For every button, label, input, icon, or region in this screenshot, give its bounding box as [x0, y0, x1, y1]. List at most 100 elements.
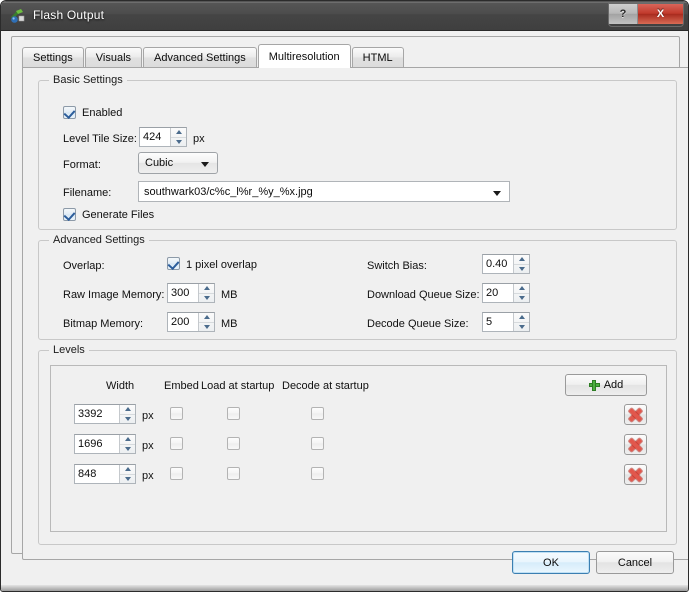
level-embed-checkbox[interactable]	[170, 437, 183, 450]
switch-bias-label: Switch Bias:	[367, 260, 427, 272]
level-tile-size-value: 424	[143, 131, 162, 143]
content-frame: Settings Visuals Advanced Settings Multi…	[11, 36, 688, 560]
decode-queue-size-stepper-down[interactable]	[514, 323, 529, 332]
level-tile-size-stepper-down[interactable]	[171, 138, 186, 147]
bitmap-memory-stepper[interactable]	[198, 313, 214, 331]
decode-queue-size-stepper-up[interactable]	[514, 313, 529, 323]
level-tile-size-input[interactable]: 424	[139, 127, 187, 147]
download-queue-size-stepper-down[interactable]	[514, 294, 529, 303]
generate-files-checkbox[interactable]	[63, 208, 76, 221]
format-label: Format:	[63, 159, 101, 171]
cancel-button[interactable]: Cancel	[596, 551, 674, 574]
bitmap-memory-input[interactable]: 200	[167, 312, 215, 332]
level-load-at-startup-checkbox[interactable]	[227, 437, 240, 450]
decode-queue-size-value: 5	[486, 316, 493, 328]
close-button[interactable]: X	[638, 4, 683, 24]
level-width-value: 3392	[78, 408, 103, 420]
overlap-checkbox[interactable]	[167, 257, 180, 270]
level-width-stepper-down[interactable]	[120, 415, 135, 424]
level-width-stepper[interactable]	[119, 435, 135, 453]
level-decode-at-startup-checkbox[interactable]	[311, 407, 324, 420]
level-load-at-startup-checkbox[interactable]	[227, 467, 240, 480]
decode-queue-size-input[interactable]: 5	[482, 312, 530, 332]
basic-settings-title: Basic Settings	[49, 74, 127, 86]
raw-image-memory-stepper-up[interactable]	[199, 284, 214, 294]
level-width-input[interactable]: 3392	[74, 404, 136, 424]
raw-image-memory-stepper-down[interactable]	[199, 294, 214, 303]
title-bar: Flash Output ? X	[1, 1, 688, 31]
level-width-input[interactable]: 1696	[74, 434, 136, 454]
tab-multiresolution[interactable]: Multiresolution	[257, 44, 351, 68]
level-decode-at-startup-checkbox[interactable]	[311, 437, 324, 450]
ok-button-label: OK	[543, 556, 559, 569]
dialog-body: Settings Visuals Advanced Settings Multi…	[1, 31, 688, 591]
level-load-at-startup-checkbox[interactable]	[227, 407, 240, 420]
tab-visuals[interactable]: Visuals	[84, 47, 143, 67]
delete-icon	[629, 408, 642, 421]
level-width-stepper-up[interactable]	[120, 435, 135, 445]
tab-html[interactable]: HTML	[351, 47, 404, 67]
filename-label: Filename:	[63, 187, 112, 199]
level-width-value: 1696	[78, 438, 103, 450]
tab-settings[interactable]: Settings	[22, 47, 84, 67]
level-width-stepper-up[interactable]	[120, 465, 135, 475]
bitmap-memory-unit: MB	[221, 318, 238, 330]
help-button[interactable]: ?	[609, 4, 638, 24]
switch-bias-stepper-up[interactable]	[514, 255, 529, 265]
plus-icon	[588, 379, 600, 391]
level-tile-size-unit: px	[193, 133, 205, 145]
level-width-stepper[interactable]	[119, 405, 135, 423]
download-queue-size-stepper-up[interactable]	[514, 284, 529, 294]
level-tile-size-stepper[interactable]	[170, 128, 186, 146]
level-width-stepper[interactable]	[119, 465, 135, 483]
level-embed-checkbox[interactable]	[170, 407, 183, 420]
titlebar-highlight	[2, 2, 687, 3]
raw-image-memory-label: Raw Image Memory:	[63, 289, 165, 301]
level-tile-size-label: Level Tile Size:	[63, 133, 137, 145]
overlap-checkbox-label: 1 pixel overlap	[186, 259, 257, 271]
bitmap-memory-stepper-down[interactable]	[199, 323, 214, 332]
download-queue-size-stepper[interactable]	[513, 284, 529, 302]
switch-bias-stepper-down[interactable]	[514, 265, 529, 274]
chevron-down-icon	[493, 191, 501, 196]
level-width-unit: px	[142, 440, 154, 452]
level-width-stepper-up[interactable]	[120, 405, 135, 415]
level-width-unit: px	[142, 410, 154, 422]
delete-level-button[interactable]	[624, 434, 647, 455]
level-decode-at-startup-checkbox[interactable]	[311, 467, 324, 480]
raw-image-memory-value: 300	[171, 287, 190, 299]
advanced-settings-group: Advanced Settings Overlap: 1 pixel overl…	[38, 234, 677, 340]
overlap-label: Overlap:	[63, 260, 105, 272]
bitmap-memory-value: 200	[171, 316, 190, 328]
download-queue-size-input[interactable]: 20	[482, 283, 530, 303]
bitmap-memory-label: Bitmap Memory:	[63, 318, 144, 330]
decode-queue-size-label: Decode Queue Size:	[367, 318, 469, 330]
ok-button[interactable]: OK	[512, 551, 590, 574]
tab-strip: Settings Visuals Advanced Settings Multi…	[22, 44, 405, 68]
filename-value: southwark03/c%c_l%r_%y_%x.jpg	[144, 186, 313, 198]
add-level-button[interactable]: Add	[565, 374, 647, 396]
switch-bias-stepper[interactable]	[513, 255, 529, 273]
delete-level-button[interactable]	[624, 464, 647, 485]
basic-settings-group: Basic Settings Enabled Level Tile Size: …	[38, 74, 677, 230]
delete-level-button[interactable]	[624, 404, 647, 425]
filename-dropdown[interactable]: southwark03/c%c_l%r_%y_%x.jpg	[138, 181, 510, 202]
enabled-checkbox[interactable]	[63, 106, 76, 119]
level-tile-size-stepper-up[interactable]	[171, 128, 186, 138]
switch-bias-input[interactable]: 0.40	[482, 254, 530, 274]
raw-image-memory-stepper[interactable]	[198, 284, 214, 302]
format-value: Cubic	[145, 157, 174, 169]
level-width-stepper-down[interactable]	[120, 475, 135, 484]
bitmap-memory-stepper-up[interactable]	[199, 313, 214, 323]
download-queue-size-label: Download Queue Size:	[367, 289, 480, 301]
decode-queue-size-stepper[interactable]	[513, 313, 529, 331]
cancel-button-label: Cancel	[617, 556, 653, 569]
delete-icon	[629, 468, 642, 481]
level-width-input[interactable]: 848	[74, 464, 136, 484]
format-dropdown[interactable]: Cubic	[138, 152, 218, 174]
caption-button-group: ? X	[608, 3, 684, 27]
raw-image-memory-input[interactable]: 300	[167, 283, 215, 303]
tab-advanced-settings[interactable]: Advanced Settings	[143, 47, 257, 67]
level-width-stepper-down[interactable]	[120, 445, 135, 454]
level-embed-checkbox[interactable]	[170, 467, 183, 480]
